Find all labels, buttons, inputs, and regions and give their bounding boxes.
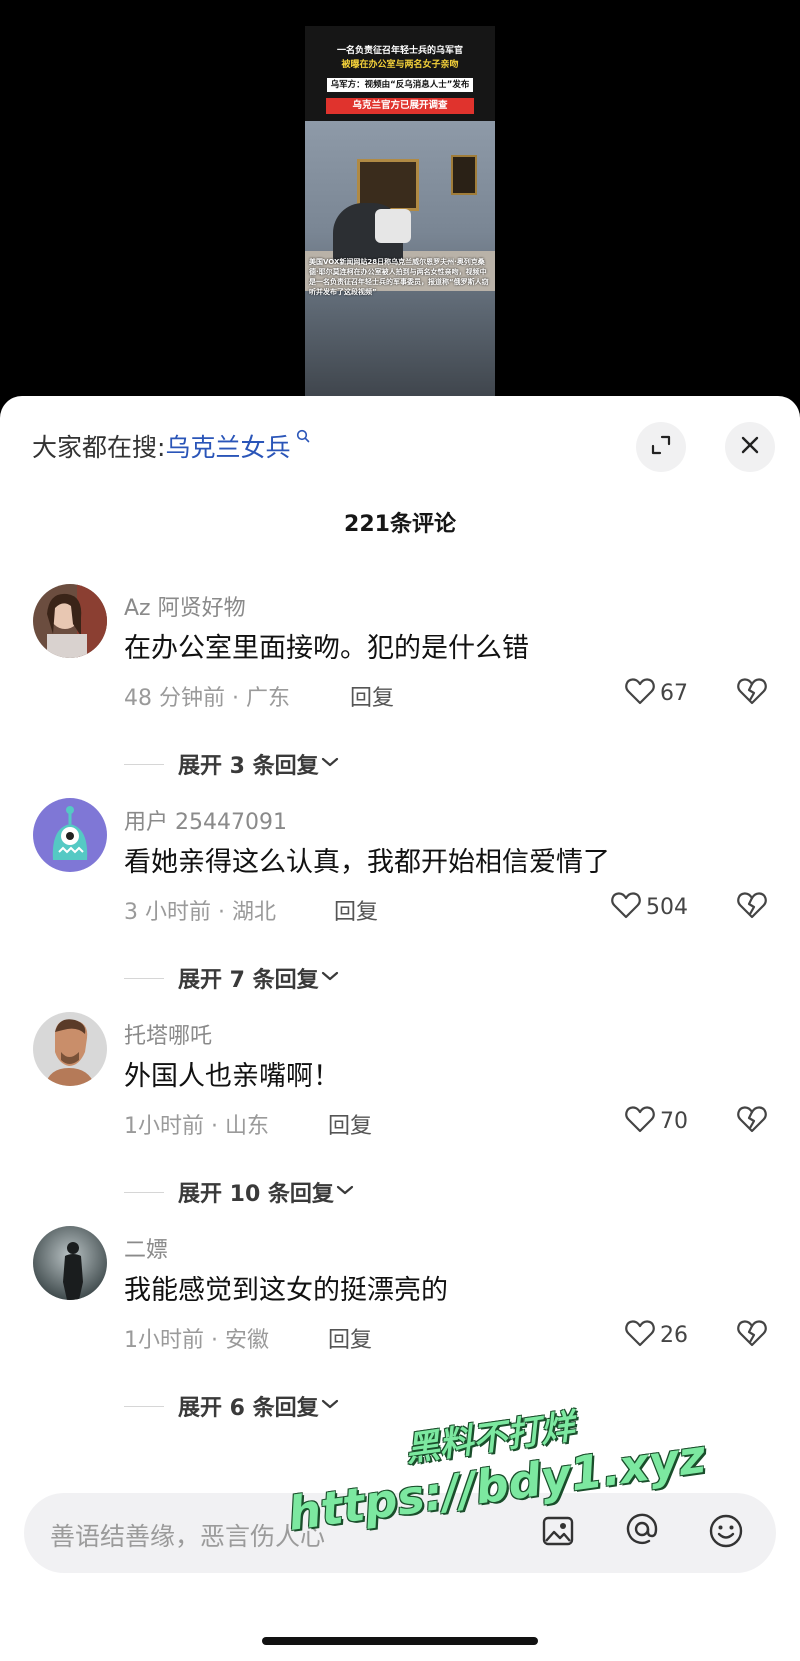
search-suggestion-prefix: 大家都在搜: (32, 433, 166, 462)
dislike-button[interactable] (736, 890, 768, 924)
comment-username[interactable]: 二嫖 (124, 1232, 168, 1264)
divider (124, 1405, 164, 1407)
heart-icon (624, 1104, 656, 1138)
like-button[interactable]: 67 (624, 676, 688, 710)
avatar[interactable] (33, 1012, 107, 1086)
broken-heart-icon (736, 892, 768, 924)
comment-meta: 3 小时前 · 湖北 (124, 900, 276, 925)
dislike-button[interactable] (736, 676, 768, 710)
comment-count: 221条评论 (344, 512, 456, 537)
avatar[interactable] (33, 1226, 107, 1300)
comment-username[interactable]: 托塔哪吒 (124, 1018, 212, 1050)
reply-button[interactable]: 回复 (328, 1322, 372, 1354)
like-count: 70 (660, 1108, 688, 1134)
comment-input-bar[interactable]: 善语结善缘，恶言伤人心 (24, 1493, 776, 1573)
expand-replies-button[interactable]: 展开 10 条回复 (124, 1176, 356, 1208)
comment-username[interactable]: Az 阿贤好物 (124, 590, 246, 622)
comment-meta: 48 分钟前 · 广东 (124, 686, 290, 711)
expand-replies-label: 展开 6 条回复 (178, 1396, 319, 1421)
expand-icon (650, 434, 672, 460)
video-player[interactable]: 一名负责征召年轻士兵的乌军官 被曝在办公室与两名女子亲吻 乌军方：视频由“反乌消… (0, 0, 800, 420)
video-caption-line-3-wrap: 乌军方：视频由“反乌消息人士”发布 (305, 72, 495, 92)
like-count: 67 (660, 680, 688, 706)
video-scene: 美国VOX新闻网站28日称乌克兰威尔恩罗夫州·奥列克桑德·耶尔莫连柯在办公室被人… (305, 121, 495, 398)
reply-button[interactable]: 回复 (350, 680, 394, 712)
search-icon[interactable] (290, 428, 310, 448)
expand-replies-label: 展开 7 条回复 (178, 968, 319, 993)
comment-text: 我能感觉到这女的挺漂亮的 (124, 1275, 448, 1306)
comment-text: 看她亲得这么认真，我都开始相信爱情了 (124, 847, 610, 878)
heart-icon (624, 1318, 656, 1352)
comment-item: 二嫖 我能感觉到这女的挺漂亮的 1小时前 · 安徽 回复 26 展开 6 条回复 (0, 1226, 800, 1421)
reply-button[interactable]: 回复 (334, 894, 378, 926)
video-caption-line-4: 乌克兰官方已展开调查 (326, 98, 474, 114)
scene-icon-frame (451, 155, 477, 195)
like-button[interactable]: 70 (624, 1104, 688, 1138)
comment-input[interactable]: 善语结善缘，恶言伤人心 (50, 1517, 325, 1553)
video-caption-line-3: 乌军方：视频由“反乌消息人士”发布 (326, 78, 474, 92)
video-caption-line-1: 一名负责征召年轻士兵的乌军官 (336, 46, 463, 56)
comment-text: 外国人也亲嘴啊！ (124, 1061, 340, 1092)
search-suggestion[interactable]: 大家都在搜:乌克兰女兵 (32, 428, 310, 464)
divider (124, 1191, 164, 1193)
expand-replies-label: 展开 10 条回复 (178, 1182, 334, 1207)
chevron-down-icon (319, 754, 341, 774)
expand-replies-button[interactable]: 展开 7 条回复 (124, 962, 341, 994)
dislike-button[interactable] (736, 1104, 768, 1138)
comment-item: 用户 25447091 看她亲得这么认真，我都开始相信爱情了 3 小时前 · 湖… (0, 798, 800, 993)
chevron-down-icon (334, 1182, 356, 1202)
at-icon (625, 1512, 659, 1555)
mention-button[interactable] (620, 1511, 664, 1555)
chevron-down-icon (319, 968, 341, 988)
video-caption-line-2: 被曝在办公室与两名女子亲吻 (341, 60, 459, 70)
heart-icon (610, 890, 642, 924)
broken-heart-icon (736, 1106, 768, 1138)
expand-button[interactable] (636, 422, 686, 472)
comment-meta: 1小时前 · 山东 (124, 1114, 269, 1139)
reply-button[interactable]: 回复 (328, 1108, 372, 1140)
expand-replies-label: 展开 3 条回复 (178, 754, 319, 779)
like-count: 504 (646, 894, 688, 920)
video-subtitle: 美国VOX新闻网站28日称乌克兰威尔恩罗夫州·奥列克桑德·耶尔莫连柯在办公室被人… (309, 258, 489, 296)
home-indicator[interactable] (262, 1637, 538, 1645)
broken-heart-icon (736, 1320, 768, 1352)
comment-item: Az 阿贤好物 在办公室里面接吻。犯的是什么错 48 分钟前 · 广东 回复 6… (0, 584, 800, 779)
close-button[interactable] (725, 422, 775, 472)
emoji-icon (708, 1513, 744, 1553)
avatar[interactable] (33, 798, 107, 872)
like-button[interactable]: 26 (624, 1318, 688, 1352)
comment-meta: 1小时前 · 安徽 (124, 1328, 269, 1353)
like-count: 26 (660, 1322, 688, 1348)
comment-item: 托塔哪吒 外国人也亲嘴啊！ 1小时前 · 山东 回复 70 展开 10 条回复 (0, 1012, 800, 1207)
expand-replies-button[interactable]: 展开 6 条回复 (124, 1390, 341, 1422)
like-button[interactable]: 504 (610, 890, 688, 924)
divider (124, 763, 164, 765)
heart-icon (624, 676, 656, 710)
broken-heart-icon (736, 678, 768, 710)
video-caption-block: 一名负责征召年轻士兵的乌军官 被曝在办公室与两名女子亲吻 乌军方：视频由“反乌消… (305, 26, 495, 121)
dislike-button[interactable] (736, 1318, 768, 1352)
scene-person-white-top (375, 209, 411, 243)
divider (124, 977, 164, 979)
avatar[interactable] (33, 584, 107, 658)
search-suggestion-keyword[interactable]: 乌克兰女兵 (165, 433, 290, 462)
image-button[interactable] (536, 1511, 580, 1555)
emoji-button[interactable] (704, 1511, 748, 1555)
comment-text: 在办公室里面接吻。犯的是什么错 (124, 633, 529, 664)
close-icon (740, 435, 760, 459)
comment-sheet: 大家都在搜:乌克兰女兵 221条评论 Az 阿贤好物 在办公室里面接吻。犯的是什… (0, 396, 800, 1661)
comment-username[interactable]: 用户 25447091 (124, 804, 287, 836)
chevron-down-icon (319, 1396, 341, 1416)
expand-replies-button[interactable]: 展开 3 条回复 (124, 748, 341, 780)
video-frame[interactable]: 一名负责征召年轻士兵的乌军官 被曝在办公室与两名女子亲吻 乌军方：视频由“反乌消… (305, 26, 495, 398)
image-icon (541, 1514, 575, 1552)
